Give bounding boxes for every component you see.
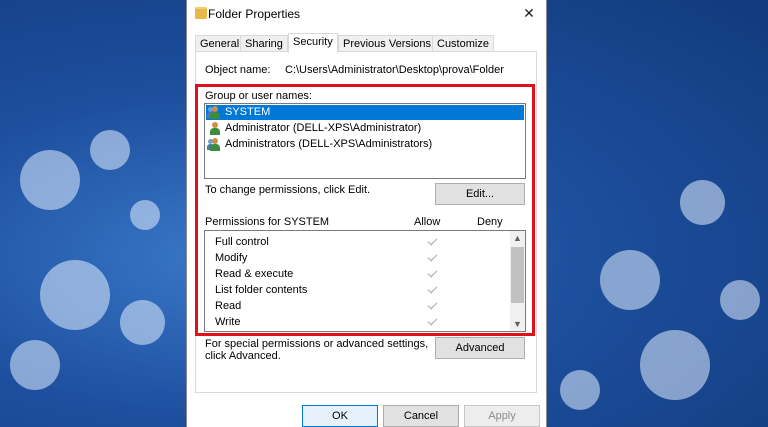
tab-sharing[interactable]: Sharing — [240, 35, 288, 52]
tab-general[interactable]: General — [195, 35, 245, 52]
title-bar: Folder Properties ✕ — [187, 0, 546, 28]
tab-security[interactable]: Security — [288, 33, 338, 53]
ok-button[interactable]: OK — [302, 405, 378, 427]
highlight-box — [195, 84, 535, 336]
object-name-value: C:\Users\Administrator\Desktop\prova\Fol… — [285, 64, 504, 76]
tab-previous-versions[interactable]: Previous Versions — [338, 35, 437, 52]
cancel-button[interactable]: Cancel — [383, 405, 459, 427]
tab-strip: General Sharing Security Previous Versio… — [195, 33, 535, 53]
window-title: Folder Properties — [208, 7, 301, 21]
advanced-button[interactable]: Advanced — [435, 337, 525, 359]
tab-customize[interactable]: Customize — [432, 35, 494, 52]
apply-button[interactable]: Apply — [464, 405, 540, 427]
advanced-text-line2: click Advanced. — [205, 350, 281, 362]
object-name-label: Object name: — [205, 64, 271, 76]
advanced-description: For special permissions or advanced sett… — [205, 338, 428, 362]
close-icon[interactable]: ✕ — [520, 4, 538, 22]
advanced-text-line1: For special permissions or advanced sett… — [205, 338, 429, 350]
folder-icon — [195, 7, 207, 19]
